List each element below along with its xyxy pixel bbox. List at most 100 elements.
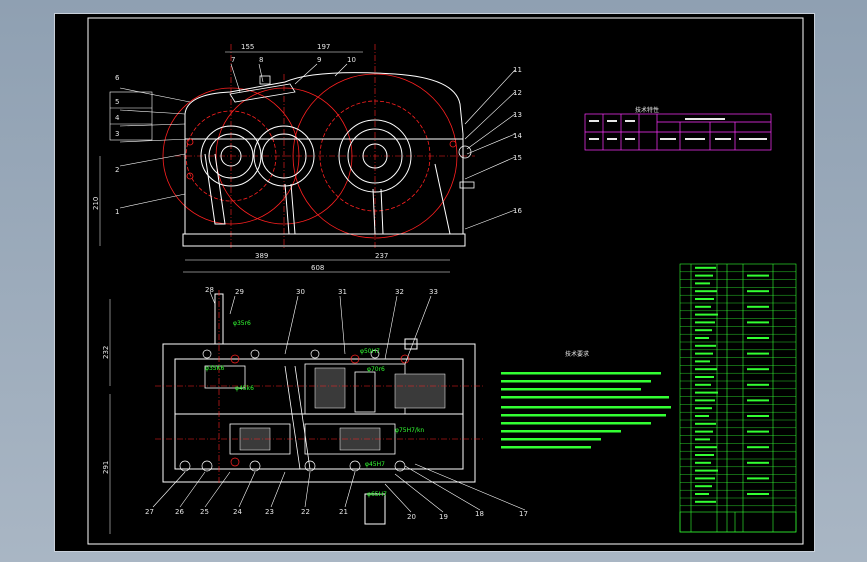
callout-15: 15 [513,154,522,162]
parts-list-marks [695,266,769,503]
callout-3: 3 [115,130,119,138]
callout-7: 7 [231,56,235,64]
parts-list-entry-mark [747,321,769,324]
parts-list-entry-mark [747,477,769,480]
dim-top-right: 197 [317,43,330,51]
parts-list-entry-mark [695,298,714,300]
callout-1: 1 [115,208,119,216]
fit-annotation: φ70r6 [367,366,385,373]
parts-list-entry-mark [695,461,711,464]
parts-list-entry-mark [695,407,712,410]
callout-30: 30 [296,288,305,296]
cad-viewport[interactable]: 155 197 210 389 237 608 7 8 9 10 6 5 4 3… [54,13,815,552]
parts-list-entry-mark [695,360,710,363]
fit-annotation: φ50H7 [360,348,380,355]
parts-list-entry-mark [695,352,713,355]
callout-9: 9 [317,56,321,64]
parts-list-entry-mark [695,399,715,402]
callout-10: 10 [347,56,356,64]
parts-list-entry-mark [747,274,769,277]
parts-list-entry-mark [695,446,717,449]
parts-list-entry-mark [695,454,714,456]
spec-table-marks [589,118,767,140]
parts-list-entry-mark [695,274,713,277]
parts-list-entry-mark [747,368,769,371]
parts-list-entry-mark [747,305,769,308]
callout-25: 25 [200,508,209,516]
callout-16: 16 [513,207,522,215]
parts-list-entry-mark [747,461,769,464]
dim-top-left: 155 [241,43,254,51]
callout-14: 14 [513,132,522,140]
plan-hatch [239,367,446,451]
parts-list-entry-mark [695,422,716,425]
plan-view: 232 291 φ35r6 φ35K6 φ45k6 φ50H7 φ70r6 φ7… [102,286,528,534]
callout-29: 29 [235,288,244,296]
parts-list-entry-mark [695,321,715,324]
parts-list-entry-mark [695,415,709,417]
callout-12: 12 [513,89,522,97]
callout-11: 11 [513,66,522,74]
drawing-sheet: 155 197 210 389 237 608 7 8 9 10 6 5 4 3… [87,17,804,545]
callout-2: 2 [115,166,119,174]
fit-annotation: φ45k6 [235,385,254,392]
spec-table: 技术特性 [584,106,772,151]
parts-list-entry-mark [695,305,711,308]
parts-list-entry-mark [695,282,710,285]
plan-dim-1: 232 [102,346,110,359]
parts-list-entry-mark [695,383,711,386]
callout-18: 18 [475,510,484,518]
callout-32: 32 [395,288,404,296]
parts-list-entry-mark [695,485,712,488]
parts-list-entry-mark [747,430,769,433]
dimension-lines [99,51,450,273]
parts-list-entry-mark [747,399,769,402]
dim-bottom-1: 389 [255,252,268,260]
parts-list-entry-mark [747,290,769,293]
callout-33: 33 [429,288,438,296]
front-view: 155 197 210 389 237 608 7 8 9 10 6 5 4 3… [92,43,522,273]
drawing-border [87,17,804,545]
parts-list-entry-mark [695,438,710,441]
parts-list-entry-mark [747,352,769,355]
parts-list-entry-mark [747,383,769,386]
parts-list-entry-mark [747,493,769,495]
parts-list-entry-mark [695,329,712,332]
title-block [679,511,797,533]
callout-26: 26 [175,508,184,516]
leader-lines [119,63,516,230]
spec-table-grid [584,113,772,151]
center-lines [175,44,475,249]
tech-req-title: 技术要求 [565,350,589,358]
callout-23: 23 [265,508,274,516]
fit-annotation: φ65H7 [367,491,387,498]
callout-21: 21 [339,508,348,516]
parts-list-entry-mark [695,290,717,293]
parts-list-entry-mark [695,368,717,371]
parts-list-entry-mark [695,337,709,339]
technical-requirements: 技术要求 [501,350,671,449]
callout-4: 4 [115,114,120,122]
plan-housing [162,293,476,525]
fit-annotation: φ35r6 [233,320,251,327]
callout-17: 17 [519,510,528,518]
parts-list-entry-mark [695,313,718,316]
parts-list-entry-mark [695,477,715,480]
callout-20: 20 [407,513,416,521]
callout-27: 27 [145,508,154,516]
parts-list-entry-mark [695,430,713,433]
parts-list-entry-mark [695,344,716,347]
callout-28: 28 [205,286,214,294]
dim-bottom-2: 237 [375,252,388,260]
parts-list-entry-mark [747,415,769,417]
callout-6: 6 [115,74,120,82]
callout-24: 24 [233,508,242,516]
callout-13: 13 [513,111,522,119]
callout-22: 22 [301,508,310,516]
parts-list [679,263,797,533]
parts-list-entry-mark [747,446,769,449]
parts-list-entry-mark [695,500,716,503]
callout-5: 5 [115,98,119,106]
callout-31: 31 [338,288,347,296]
tech-req-lines [501,372,671,449]
